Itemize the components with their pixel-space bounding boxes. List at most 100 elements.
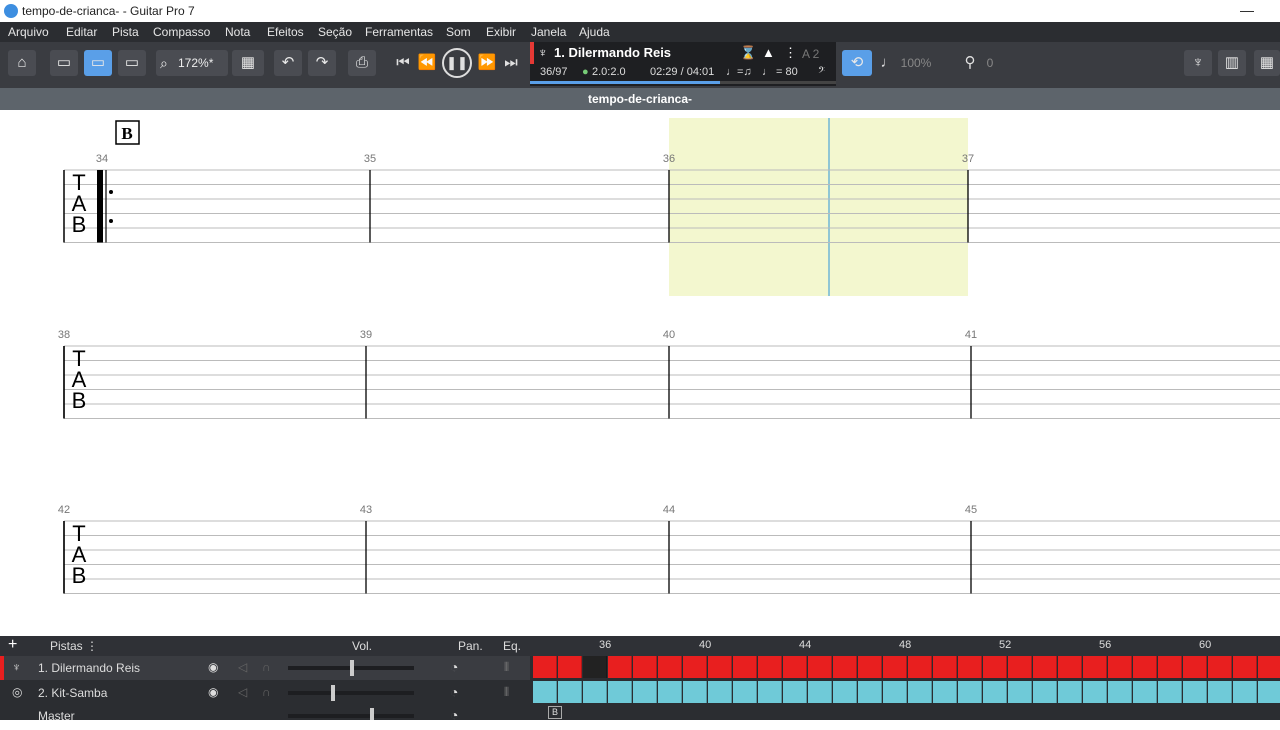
timeline-bar-cell[interactable] <box>808 656 832 678</box>
timeline-bar-cell[interactable] <box>858 656 882 678</box>
menu-arquivo[interactable]: Arquivo <box>8 25 49 39</box>
timeline-bar-cell[interactable] <box>1158 656 1182 678</box>
eq-icon[interactable]: ⫴ <box>504 685 509 700</box>
keyboard-icon[interactable]: ▥ <box>1218 50 1246 76</box>
timeline-bar-cell[interactable] <box>883 656 907 678</box>
capo-value[interactable]: 0 <box>982 50 998 76</box>
timeline-bar-cell[interactable] <box>1033 681 1057 703</box>
capo-icon[interactable]: ⚲ <box>960 50 980 76</box>
timeline-bar-cell[interactable] <box>1258 681 1280 703</box>
undo-icon[interactable]: ↶ <box>274 50 302 76</box>
panel-left-icon[interactable]: ▭ <box>50 50 78 76</box>
timeline-bar-cell[interactable] <box>1133 681 1157 703</box>
document-tab[interactable]: tempo-de-crianca- <box>0 88 1280 110</box>
timeline-bar-cell[interactable] <box>1183 681 1207 703</box>
panel-bottom-icon[interactable]: ▭ <box>84 50 112 76</box>
timeline-bar-cell[interactable] <box>658 656 682 678</box>
timeline-bar-cell[interactable] <box>908 656 932 678</box>
timeline-ruler[interactable]: 36 40 44 48 52 56 60 <box>533 636 1280 656</box>
timeline-bar-cell[interactable] <box>833 681 857 703</box>
menu-editar[interactable]: Editar <box>66 25 97 39</box>
visibility-icon[interactable]: ◉ <box>208 660 218 674</box>
speed-value[interactable]: 100% <box>898 50 934 76</box>
score-view[interactable]: B T A B 34 35 36 37 T A B 38 39 40 41 T A B 42 43 44 45 <box>0 110 1280 636</box>
tracks-menu-icon[interactable]: ⋮ <box>86 639 98 653</box>
timeline-bar-cell[interactable] <box>1033 656 1057 678</box>
timeline-bar-cell[interactable] <box>833 656 857 678</box>
master-row[interactable]: Master ◔ <box>0 706 530 730</box>
volume-handle[interactable] <box>331 685 335 701</box>
minimize-button[interactable]: — <box>1240 2 1254 18</box>
timeline-bar-cell[interactable] <box>1183 656 1207 678</box>
print-icon[interactable]: ⎙ <box>348 50 376 76</box>
timeline-bar-cell[interactable] <box>708 681 732 703</box>
track-2-name[interactable]: 2. Kit-Samba <box>38 686 107 700</box>
headphones-icon[interactable]: ∩ <box>262 660 271 674</box>
volume-handle[interactable] <box>350 660 354 676</box>
layout-icon[interactable]: ▦ <box>232 50 264 76</box>
timeline-bar-cell[interactable] <box>1208 656 1232 678</box>
tuning-icon[interactable]: 𝄢 <box>818 66 825 79</box>
visibility-icon[interactable]: ◉ <box>208 685 218 699</box>
home-icon[interactable]: ⌂ <box>8 50 36 76</box>
timeline-bar-cell[interactable] <box>1108 681 1132 703</box>
timeline-bar-cell[interactable] <box>658 681 682 703</box>
pan-knob-icon[interactable]: ◔ <box>450 707 458 723</box>
timeline-bar-cell[interactable] <box>783 656 807 678</box>
timeline-bar-cell[interactable] <box>558 681 582 703</box>
skip-end-icon[interactable]: ⏭ <box>502 50 520 76</box>
guitar-icon[interactable]: ♆ <box>1184 50 1212 76</box>
metronome-note-icon[interactable]: ♩ <box>880 50 896 76</box>
timeline-bar-cell[interactable] <box>758 681 782 703</box>
playback-progress[interactable] <box>530 81 836 84</box>
timeline-bar-cell[interactable] <box>983 656 1007 678</box>
timeline-bar-cell[interactable] <box>933 681 957 703</box>
rewind-icon[interactable]: ⏪ <box>416 50 438 76</box>
loop-icon[interactable]: ⟲ <box>842 50 872 76</box>
hourglass-icon[interactable]: ⌛ <box>740 45 756 61</box>
more-icon[interactable]: ⋮ <box>784 45 797 61</box>
menu-compasso[interactable]: Compasso <box>153 25 210 39</box>
eq-icon[interactable]: ⫴ <box>504 660 509 675</box>
timeline-bar-cell[interactable] <box>533 656 557 678</box>
zoom-selector[interactable]: ⌕ 172%* <box>156 50 228 76</box>
timeline-bar-cell[interactable] <box>733 656 757 678</box>
track-1-name[interactable]: 1. Dilermando Reis <box>38 661 140 675</box>
menu-nota[interactable]: Nota <box>225 25 250 39</box>
menu-secao[interactable]: Seção <box>318 25 352 39</box>
skip-start-icon[interactable]: ⏮ <box>394 50 412 76</box>
timeline-bar-cell[interactable] <box>758 656 782 678</box>
timeline-bar-cell[interactable] <box>1058 656 1082 678</box>
menu-ajuda[interactable]: Ajuda <box>579 25 610 39</box>
timeline-bar-cell[interactable] <box>683 656 707 678</box>
timeline-bar-cell[interactable] <box>683 681 707 703</box>
lcd-track-name[interactable]: 1. Dilermando Reis <box>554 45 671 60</box>
mute-icon[interactable]: ◁ <box>238 685 247 699</box>
timeline-bar-cell[interactable] <box>608 681 632 703</box>
instrument-icon[interactable]: ▦ <box>1254 50 1280 76</box>
track-row-1[interactable]: ♆ 1. Dilermando Reis ◉ ◁ ∩ ◔ ⫴ <box>0 656 530 680</box>
timeline-bar-cell[interactable] <box>1083 656 1107 678</box>
metronome-icon[interactable]: ▲ <box>762 45 775 60</box>
track-1-timeline[interactable] <box>533 656 1280 678</box>
timeline-bar-cell[interactable] <box>1133 656 1157 678</box>
master-volume-slider[interactable] <box>288 714 414 718</box>
track-row-2[interactable]: ◎ 2. Kit-Samba ◉ ◁ ∩ ◔ ⫴ <box>0 681 530 705</box>
timeline-bar-cell[interactable] <box>958 656 982 678</box>
timeline-bar-cell[interactable] <box>783 681 807 703</box>
timeline-bar-cell[interactable] <box>983 681 1007 703</box>
timeline-bar-cell[interactable] <box>708 656 732 678</box>
timeline-bar-cell[interactable] <box>858 681 882 703</box>
menu-som[interactable]: Som <box>446 25 471 39</box>
pan-knob-icon[interactable]: ◔ <box>450 684 458 700</box>
menu-pista[interactable]: Pista <box>112 25 139 39</box>
timeline-bar-cell[interactable] <box>1233 681 1257 703</box>
mute-icon[interactable]: ◁ <box>238 660 247 674</box>
timeline-bar-cell[interactable] <box>633 681 657 703</box>
forward-icon[interactable]: ⏩ <box>476 50 498 76</box>
timeline-bar-cell[interactable] <box>1158 681 1182 703</box>
track-2-timeline[interactable] <box>533 681 1280 703</box>
timeline-bar-cell[interactable] <box>733 681 757 703</box>
master-volume-handle[interactable] <box>370 708 374 720</box>
timeline-bar-cell[interactable] <box>583 656 607 678</box>
